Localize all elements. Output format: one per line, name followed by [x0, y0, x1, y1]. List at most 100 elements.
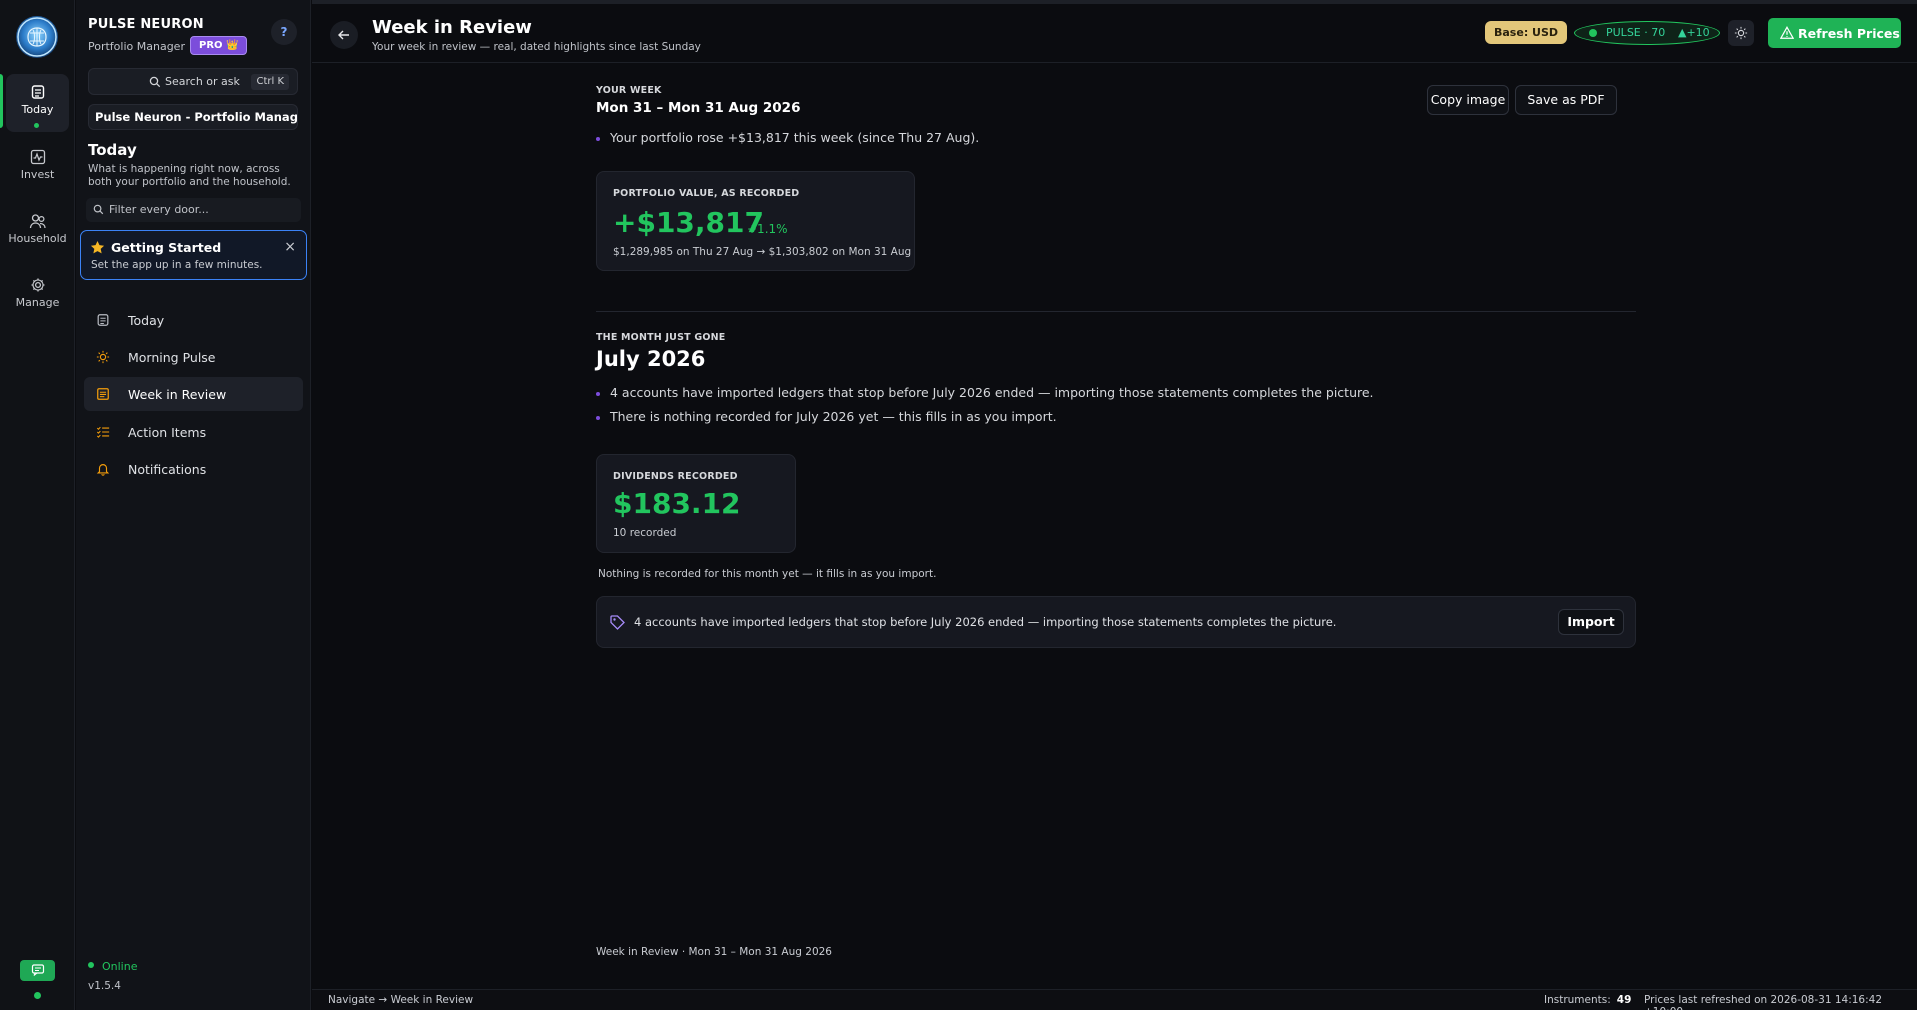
sidebar-item-label: Morning Pulse — [128, 350, 216, 365]
bell-icon — [96, 464, 110, 476]
rail-item-manage[interactable]: Manage — [6, 267, 69, 325]
brain-logo-icon[interactable] — [16, 16, 58, 58]
activity-icon — [30, 149, 45, 165]
filter-input[interactable]: Filter every door... — [86, 198, 301, 222]
rail-item-household[interactable]: Household — [6, 203, 69, 261]
month-bullet-text: 4 accounts have imported ledgers that st… — [610, 385, 1374, 400]
rail-label-manage: Manage — [15, 296, 60, 309]
top-bar: Week in Review Your week in review — rea… — [312, 0, 1917, 63]
today-icon — [31, 85, 44, 99]
search-icon — [93, 204, 104, 215]
import-button[interactable]: Import — [1558, 609, 1624, 635]
search-icon — [149, 76, 161, 88]
status-bar: Navigate → Week in Review Instruments: 49… — [312, 989, 1917, 1010]
refresh-prices-label: Refresh Prices — [1798, 26, 1900, 41]
rail-label-household: Household — [8, 232, 67, 245]
icon-rail: Today Invest Household Manage — [0, 0, 75, 1010]
month-bullet: 4 accounts have imported ledgers that st… — [596, 385, 1374, 400]
star-icon — [90, 240, 105, 254]
online-dot — [88, 962, 94, 968]
rail-active-dot — [34, 123, 39, 128]
connection-dot — [34, 992, 41, 999]
brand-name: PULSE NEURON — [88, 17, 204, 32]
rail-label-today: Today — [21, 103, 54, 116]
rail-item-invest[interactable]: Invest — [6, 139, 69, 197]
bullet-dot — [596, 136, 600, 141]
sidebar-item-week-in-review[interactable]: Week in Review — [84, 377, 303, 411]
search-input[interactable]: Search or ask Ctrl K — [88, 68, 298, 95]
pulse-change: ▲+10 — [1678, 26, 1710, 39]
sun-icon — [1734, 26, 1748, 40]
close-icon[interactable]: × — [284, 239, 296, 255]
sidebar-item-notifications[interactable]: Notifications — [84, 452, 303, 486]
getting-started-title: Getting Started — [111, 240, 222, 255]
main-content: YOUR WEEK Mon 31 – Mon 31 Aug 2026 Copy … — [312, 64, 1917, 989]
base-currency-badge[interactable]: Base: USD — [1485, 21, 1568, 44]
month-bullet: There is nothing recorded for July 2026 … — [596, 409, 1057, 424]
chat-icon — [31, 964, 44, 976]
review-icon — [97, 388, 109, 400]
save-as-pdf-button[interactable]: Save as PDF — [1515, 85, 1617, 115]
checklist-icon — [96, 426, 110, 438]
people-icon — [29, 214, 46, 229]
portfolio-change-percent: +1.1% — [747, 222, 788, 236]
arrow-left-icon — [338, 30, 349, 40]
page-title: Week in Review — [372, 17, 532, 38]
month-label: THE MONTH JUST GONE — [596, 332, 726, 343]
sidebar-section-title: Today — [88, 141, 137, 159]
week-bullet: Your portfolio rose +$13,817 this week (… — [596, 130, 979, 145]
rail-item-today[interactable]: Today — [6, 74, 69, 132]
dividends-value: $183.12 — [613, 487, 741, 520]
portfolio-change-value: +$13,817 — [613, 206, 764, 239]
pro-badge[interactable]: PRO 👑 — [190, 36, 248, 55]
workspace-selector[interactable]: Pulse Neuron - Portfolio Manager... — [88, 104, 298, 130]
section-divider — [596, 311, 1636, 312]
instruments-count: 49 — [1616, 994, 1632, 1006]
gear-icon — [31, 278, 44, 292]
back-button[interactable] — [330, 21, 358, 49]
sidebar-item-today[interactable]: Today — [84, 303, 303, 337]
refresh-prices-button[interactable]: Refresh Prices — [1768, 18, 1901, 48]
week-range: Mon 31 – Mon 31 Aug 2026 — [596, 100, 801, 116]
brand-subtitle: Portfolio Manager — [88, 40, 185, 53]
navigate-breadcrumb: Navigate → Week in Review — [328, 994, 474, 1006]
search-shortcut: Ctrl K — [251, 74, 289, 90]
theme-toggle-button[interactable] — [1728, 20, 1754, 46]
tag-icon — [610, 615, 625, 630]
sidebar-item-action-items[interactable]: Action Items — [84, 415, 303, 449]
help-button[interactable]: ? — [271, 19, 297, 45]
getting-started-card[interactable]: Getting Started Set the app up in a few … — [80, 230, 307, 280]
import-banner-text: 4 accounts have imported ledgers that st… — [634, 615, 1337, 629]
sidebar: PULSE NEURON Portfolio Manager PRO 👑 ? S… — [76, 0, 311, 1010]
sidebar-item-label: Action Items — [128, 425, 207, 440]
online-status: Online — [102, 960, 138, 973]
footer-note: Week in Review · Mon 31 – Mon 31 Aug 202… — [596, 946, 832, 958]
month-title: July 2026 — [596, 347, 706, 371]
portfolio-value-label: PORTFOLIO VALUE, AS RECORDED — [613, 188, 800, 199]
sun-icon — [96, 350, 110, 364]
import-banner: 4 accounts have imported ledgers that st… — [596, 596, 1636, 648]
rail-label-invest: Invest — [20, 168, 55, 181]
dividends-card: DIVIDENDS RECORDED $183.12 10 recorded — [596, 454, 796, 553]
app-version: v1.5.4 — [88, 980, 121, 992]
chat-button[interactable] — [20, 960, 55, 981]
today-icon — [97, 314, 109, 326]
dividends-label: DIVIDENDS RECORDED — [613, 471, 738, 482]
sidebar-item-label: Today — [128, 313, 165, 328]
sidebar-item-label: Notifications — [128, 462, 207, 477]
month-bullet-text: There is nothing recorded for July 2026 … — [610, 409, 1057, 424]
pulse-score-badge[interactable]: PULSE · 70 ▲+10 — [1574, 21, 1720, 45]
search-label: Search or ask — [165, 75, 240, 88]
filter-placeholder: Filter every door... — [109, 203, 209, 216]
sidebar-item-morning-pulse[interactable]: Morning Pulse — [84, 340, 303, 374]
copy-image-button[interactable]: Copy image — [1427, 85, 1509, 115]
dividends-count: 10 recorded — [613, 527, 677, 539]
prices-refreshed-status: Prices last refreshed on 2026-08-31 14:1… — [1644, 994, 1883, 1010]
instruments-status: Instruments: 49 — [1544, 994, 1631, 1006]
sidebar-section-description: What is happening right now, across both… — [88, 163, 291, 188]
warning-icon — [1780, 26, 1794, 39]
getting-started-subtitle: Set the app up in a few minutes. — [91, 259, 263, 271]
sidebar-item-label: Week in Review — [128, 387, 227, 402]
rail-active-indicator — [0, 74, 3, 128]
instruments-label: Instruments: — [1544, 994, 1611, 1006]
